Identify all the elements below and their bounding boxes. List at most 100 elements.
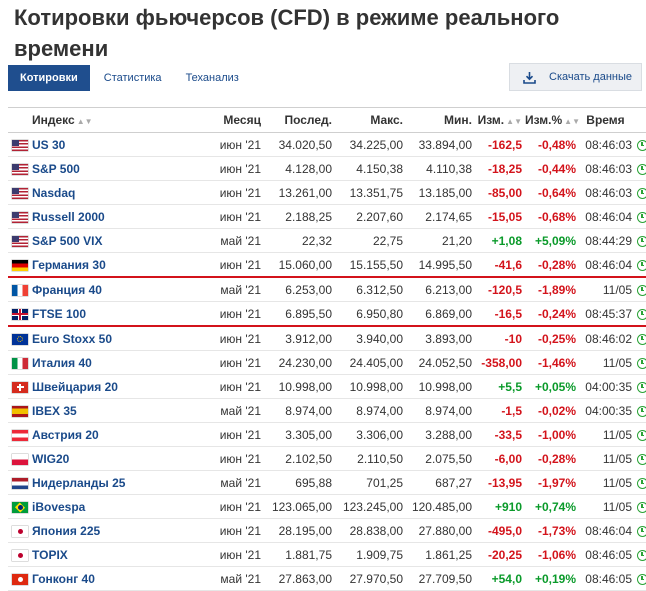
time-cell: 08:46:05: [579, 543, 634, 567]
last-cell: 3.912,00: [263, 326, 335, 351]
high-cell: 24.405,00: [335, 351, 406, 375]
table-row[interactable]: Германия 30июн '2115.060,0015.155,5014.9…: [8, 253, 646, 278]
high-cell: 2.207,60: [335, 205, 406, 229]
month-cell: июн '21: [184, 543, 263, 567]
table-row[interactable]: IBEX 35май '218.974,008.974,008.974,00-1…: [8, 399, 646, 423]
index-name-link[interactable]: Nasdaq: [32, 186, 75, 200]
index-name-link[interactable]: S&P 500 VIX: [32, 234, 103, 248]
low-cell: 13.185,00: [406, 181, 475, 205]
header-time[interactable]: Время: [579, 108, 634, 133]
index-name-cell: S&P 500 VIX: [32, 229, 184, 253]
header-month[interactable]: Месяц: [184, 108, 263, 133]
change-cell: -6,00: [475, 447, 525, 471]
change-pct-cell: -1,00%: [525, 423, 579, 447]
index-name-cell: IBEX 35: [32, 399, 184, 423]
month-cell: июн '21: [184, 423, 263, 447]
tab-quotes[interactable]: Котировки: [8, 65, 90, 91]
ch-flag-icon: [12, 382, 28, 393]
index-name-link[interactable]: Япония 225: [32, 524, 100, 538]
table-row[interactable]: Нидерланды 25май '21695,88701,25687,27-1…: [8, 471, 646, 495]
table-row[interactable]: Швейцария 20июн '2110.998,0010.998,0010.…: [8, 375, 646, 399]
table-header-row: Индекс▲▼ Месяц Послед. Макс. Мин. Изм.▲▼…: [8, 108, 646, 133]
index-name-link[interactable]: Франция 40: [32, 283, 102, 297]
header-low[interactable]: Мин.: [406, 108, 475, 133]
last-cell: 6.895,50: [263, 302, 335, 327]
month-cell: июн '21: [184, 181, 263, 205]
high-cell: 6.950,80: [335, 302, 406, 327]
clock-cell: [634, 277, 646, 302]
change-pct-cell: -0,64%: [525, 181, 579, 205]
low-cell: 3.893,00: [406, 326, 475, 351]
header-last[interactable]: Послед.: [263, 108, 335, 133]
page-title: Котировки фьючерсов (CFD) в режиме реаль…: [14, 2, 634, 64]
header-change-pct[interactable]: Изм.%▲▼: [525, 108, 579, 133]
clock-cell: [634, 375, 646, 399]
table-row[interactable]: Nasdaqиюн '2113.261,0013.351,7513.185,00…: [8, 181, 646, 205]
index-name-cell: Германия 30: [32, 253, 184, 278]
change-pct-cell: -0,25%: [525, 326, 579, 351]
table-row[interactable]: iBovespaиюн '21123.065,00123.245,00120.4…: [8, 495, 646, 519]
table-row[interactable]: FTSE 100июн '216.895,506.950,806.869,00-…: [8, 302, 646, 327]
index-name-link[interactable]: Russell 2000: [32, 210, 105, 224]
table-row[interactable]: Австрия 20июн '213.305,003.306,003.288,0…: [8, 423, 646, 447]
flag-icon-cell: [8, 423, 32, 447]
table-row[interactable]: S&P 500 VIXмай '2122,3222,7521,20+1,08+5…: [8, 229, 646, 253]
index-name-link[interactable]: FTSE 100: [32, 307, 86, 321]
index-name-cell: Швейцария 20: [32, 375, 184, 399]
high-cell: 28.838,00: [335, 519, 406, 543]
index-name-link[interactable]: Италия 40: [32, 356, 92, 370]
index-name-cell: Гонконг 40: [32, 567, 184, 591]
flag-icon-cell: [8, 519, 32, 543]
flag-icon-cell: [8, 253, 32, 278]
change-cell: -85,00: [475, 181, 525, 205]
header-high[interactable]: Макс.: [335, 108, 406, 133]
index-name-link[interactable]: S&P 500: [32, 162, 80, 176]
change-cell: -16,5: [475, 302, 525, 327]
clock-cell: [634, 133, 646, 157]
header-change[interactable]: Изм.▲▼: [475, 108, 525, 133]
table-row[interactable]: S&P 500июн '214.128,004.150,384.110,38-1…: [8, 157, 646, 181]
last-cell: 2.188,25: [263, 205, 335, 229]
index-name-link[interactable]: TOPIX: [32, 548, 68, 562]
month-cell: июн '21: [184, 205, 263, 229]
flag-icon-cell: [8, 399, 32, 423]
it-flag-icon: [12, 358, 28, 369]
clock-cell: [634, 447, 646, 471]
table-row[interactable]: WIG20июн '212.102,502.110,502.075,50-6,0…: [8, 447, 646, 471]
index-name-cell: Нидерланды 25: [32, 471, 184, 495]
table-row[interactable]: Италия 40июн '2124.230,0024.405,0024.052…: [8, 351, 646, 375]
clock-icon: [637, 358, 646, 369]
change-pct-cell: -0,28%: [525, 253, 579, 278]
header-clock: [634, 108, 646, 133]
index-name-link[interactable]: Швейцария 20: [32, 380, 118, 394]
index-name-cell: Япония 225: [32, 519, 184, 543]
download-data-button[interactable]: Скачать данные: [509, 63, 642, 91]
time-cell: 08:45:37: [579, 302, 634, 327]
index-name-link[interactable]: iBovespa: [32, 500, 85, 514]
table-row[interactable]: Франция 40май '216.253,006.312,506.213,0…: [8, 277, 646, 302]
index-name-link[interactable]: Нидерланды 25: [32, 476, 125, 490]
index-name-link[interactable]: Германия 30: [32, 258, 106, 272]
index-name-link[interactable]: US 30: [32, 138, 65, 152]
index-name-link[interactable]: IBEX 35: [32, 404, 77, 418]
sort-icon: ▲▼: [77, 117, 93, 126]
index-name-link[interactable]: WIG20: [32, 452, 69, 466]
table-row[interactable]: US 30июн '2134.020,5034.225,0033.894,00-…: [8, 133, 646, 157]
index-name-link[interactable]: Австрия 20: [32, 428, 99, 442]
header-index[interactable]: Индекс▲▼: [32, 108, 184, 133]
index-name-link[interactable]: Euro Stoxx 50: [32, 332, 112, 346]
tab-statistics[interactable]: Статистика: [92, 65, 174, 91]
table-row[interactable]: TOPIXиюн '211.881,751.909,751.861,25-20,…: [8, 543, 646, 567]
nl-flag-icon: [12, 478, 28, 489]
index-name-cell: FTSE 100: [32, 302, 184, 327]
table-row[interactable]: Russell 2000июн '212.188,252.207,602.174…: [8, 205, 646, 229]
change-pct-cell: -1,73%: [525, 519, 579, 543]
index-name-link[interactable]: Гонконг 40: [32, 572, 95, 586]
low-cell: 21,20: [406, 229, 475, 253]
flag-icon-cell: [8, 543, 32, 567]
jp-flag-icon: [12, 526, 28, 537]
table-row[interactable]: Япония 225июн '2128.195,0028.838,0027.88…: [8, 519, 646, 543]
tab-technical-analysis[interactable]: Теханализ: [174, 65, 251, 91]
table-row[interactable]: Гонконг 40май '2127.863,0027.970,5027.70…: [8, 567, 646, 591]
table-row[interactable]: Euro Stoxx 50июн '213.912,003.940,003.89…: [8, 326, 646, 351]
